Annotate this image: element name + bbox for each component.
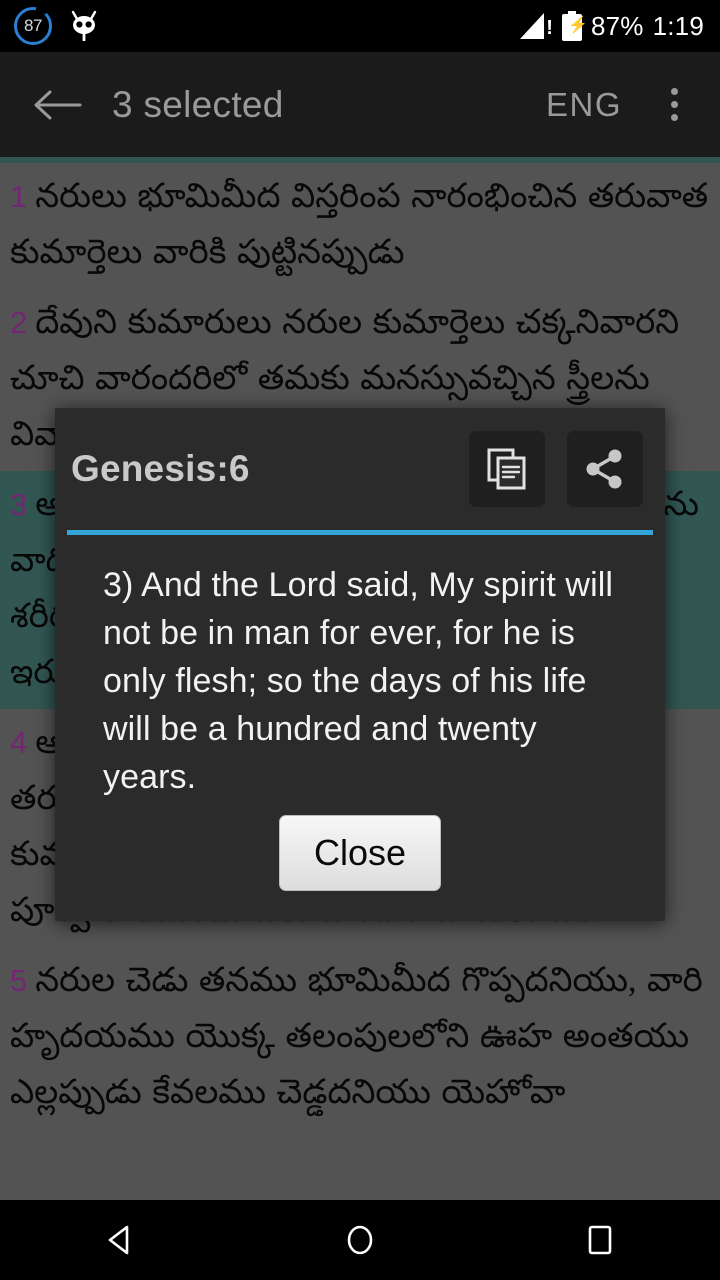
close-button[interactable]: Close <box>278 815 442 891</box>
copy-button[interactable] <box>469 431 545 507</box>
battery-percent-label: 87% <box>590 10 644 41</box>
nav-recents-button[interactable] <box>545 1200 655 1280</box>
battery-charging-icon: ⚡ <box>561 11 588 41</box>
overflow-dot <box>670 114 678 121</box>
overflow-menu-button[interactable] <box>646 73 702 137</box>
back-button[interactable] <box>26 74 88 136</box>
verse-detail-dialog: Genesis:6 3) And the Lord said, My spiri… <box>55 408 665 921</box>
battery-ring-value: 87 <box>24 16 42 35</box>
dialog-body: 3) And the Lord said, My spirit will not… <box>55 535 665 801</box>
status-bar-left: 87 <box>0 7 102 45</box>
overflow-dot <box>670 101 678 108</box>
dialog-title: Genesis:6 <box>71 448 250 489</box>
overflow-dot <box>670 88 678 95</box>
copy-icon <box>487 448 526 490</box>
language-button[interactable]: ENG <box>546 86 622 124</box>
system-navigation-bar <box>0 1200 720 1280</box>
nav-recents-square-icon <box>588 1225 612 1255</box>
phone-screen: 87 ! ⚡ 87% 1:19 3 selected ENG 1 నరులు భ… <box>0 0 720 1280</box>
status-bar: 87 ! ⚡ 87% 1:19 <box>0 0 720 52</box>
app-bar: 3 selected ENG <box>0 52 720 157</box>
signal-warning-icon: ! <box>520 13 553 39</box>
nav-home-circle-icon <box>347 1225 373 1255</box>
share-icon <box>586 449 622 489</box>
status-bar-right: ! ⚡ 87% 1:19 <box>520 11 720 42</box>
dialog-action-buttons <box>469 431 643 507</box>
dialog-verse-text: 3) And the Lord said, My spirit will not… <box>103 566 614 796</box>
nav-home-button[interactable] <box>305 1200 415 1280</box>
nav-back-triangle-icon <box>108 1225 129 1255</box>
share-button[interactable] <box>567 431 643 507</box>
back-arrow-icon <box>34 90 82 119</box>
dialog-header: Genesis:6 <box>55 408 665 530</box>
nav-back-button[interactable] <box>65 1200 175 1280</box>
page-title: 3 selected <box>112 83 284 125</box>
clock-label: 1:19 <box>652 10 704 41</box>
battery-ring-icon: 87 <box>14 7 52 45</box>
dialog-footer: Close <box>55 801 665 921</box>
cyanogenmod-mascot-icon <box>71 10 97 41</box>
